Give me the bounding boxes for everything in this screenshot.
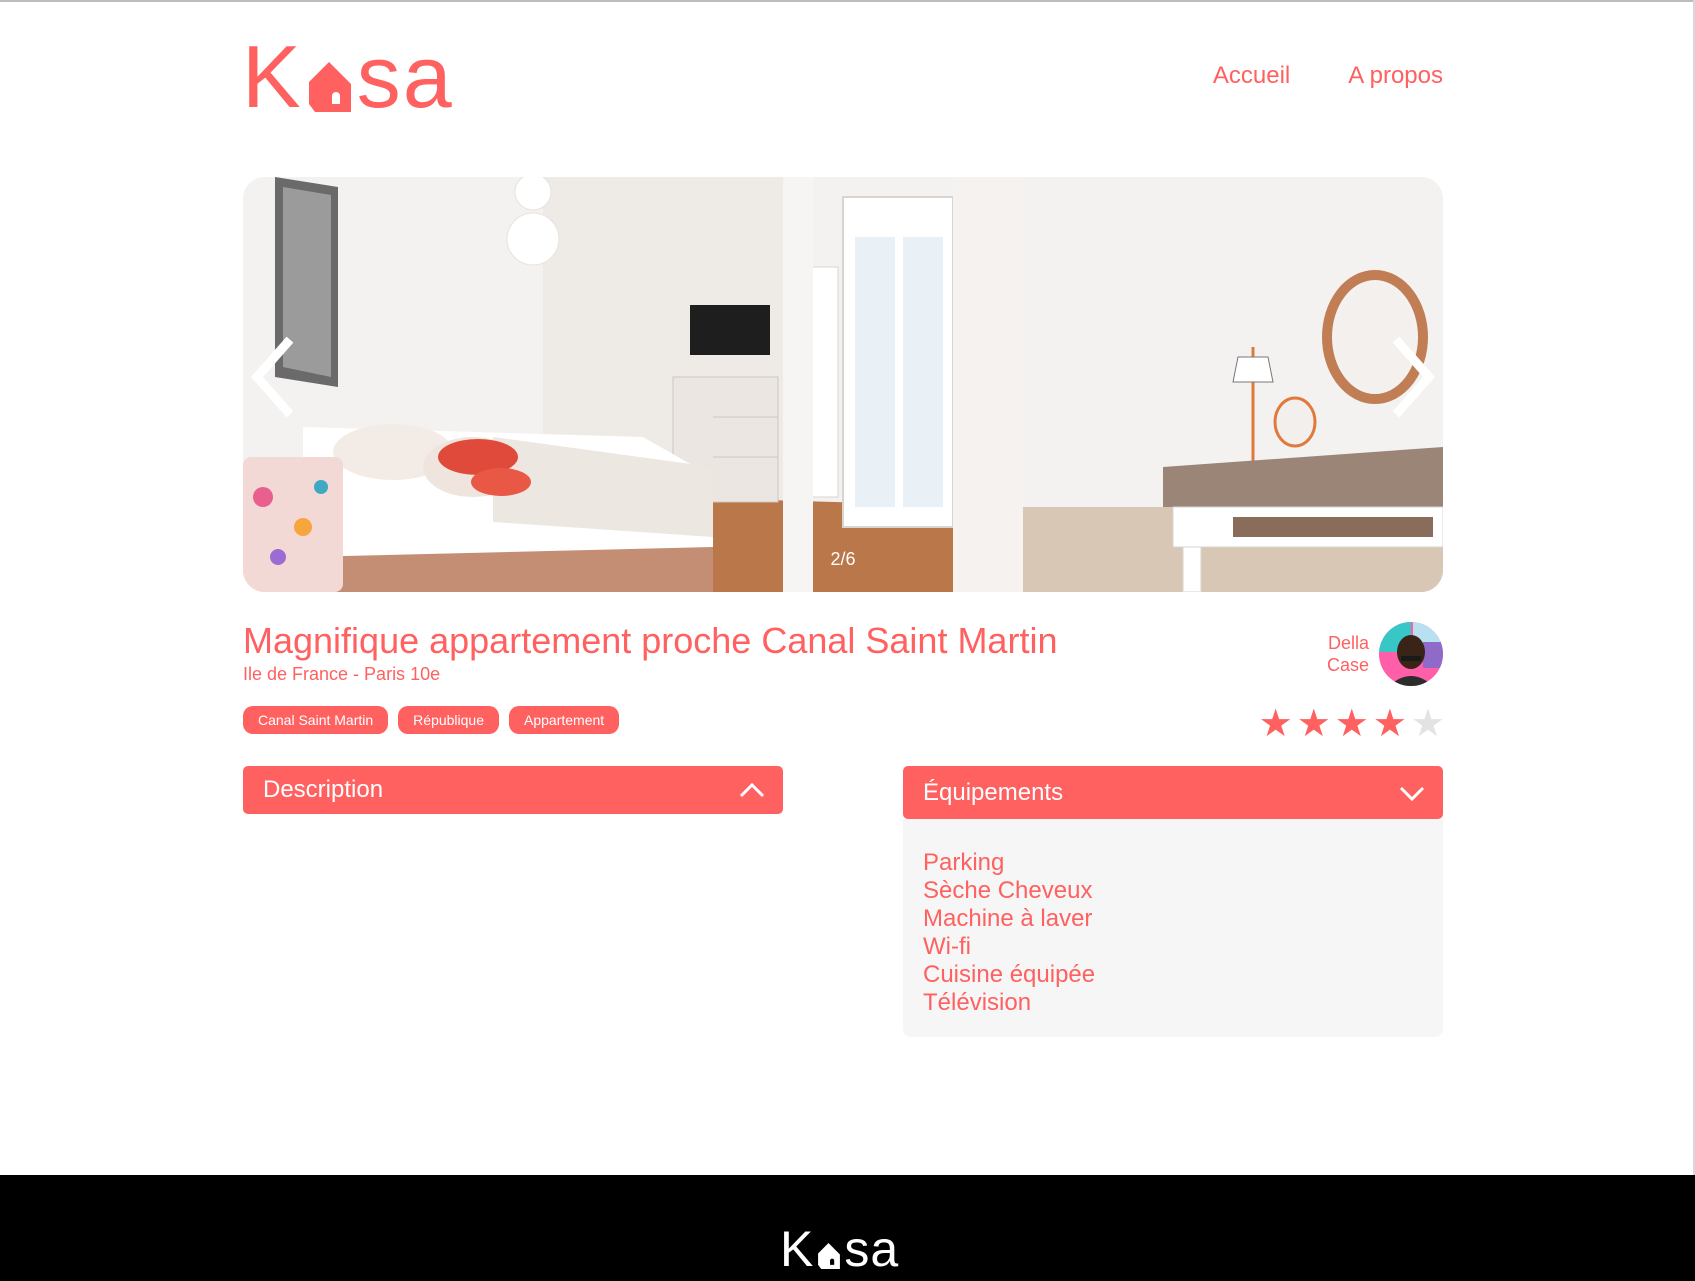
- list-item: Sèche Cheveux: [923, 877, 1093, 904]
- tag[interactable]: République: [398, 706, 500, 734]
- equipments-list: Parking Sèche Cheveux Machine à laver Wi…: [923, 849, 1423, 1017]
- star-filled-icon: ★: [1372, 703, 1407, 745]
- listing-title: Magnifique appartement proche Canal Sain…: [243, 620, 1058, 661]
- window-top-border: [0, 0, 1695, 2]
- carousel-counter: 2/6: [830, 549, 856, 569]
- apartment-photo: [243, 177, 1443, 592]
- chevron-down-icon[interactable]: [1399, 785, 1425, 801]
- description-toggle[interactable]: Description: [243, 766, 783, 814]
- host-photo: [1379, 622, 1443, 686]
- chevron-up-icon[interactable]: [739, 782, 765, 798]
- avatar: [1379, 622, 1443, 686]
- chevron-right-icon[interactable]: [1389, 337, 1437, 417]
- list-item: Cuisine équipée: [923, 961, 1096, 988]
- host-first-name: Della: [1327, 633, 1369, 653]
- footer-logo: K sa: [780, 1221, 900, 1277]
- list-item: Télévision: [923, 989, 1032, 1016]
- tag-list: Canal Saint Martin République Appartemen…: [243, 706, 620, 734]
- star-empty-icon: ★: [1410, 703, 1445, 745]
- house-icon: [818, 1243, 841, 1270]
- equipments-collapse: Équipements Parking Sèche Cheveux Machin…: [903, 766, 1443, 1037]
- footer: K sa: [0, 1175, 1695, 1281]
- nav-accueil-link[interactable]: Accueil: [1213, 62, 1290, 90]
- description-collapse: Description: [243, 766, 783, 814]
- equipments-label: Équipements: [923, 778, 1064, 806]
- listing-location: Ile de France - Paris 10e: [243, 664, 441, 684]
- house-icon: [308, 62, 351, 112]
- chevron-left-icon[interactable]: [249, 337, 297, 417]
- host-name: Della Case: [1327, 632, 1369, 676]
- list-item: Wi-fi: [923, 933, 971, 960]
- tag[interactable]: Canal Saint Martin: [243, 706, 389, 734]
- equipments-toggle[interactable]: Équipements: [903, 766, 1443, 819]
- equipments-panel: Parking Sèche Cheveux Machine à laver Wi…: [903, 819, 1443, 1037]
- star-filled-icon: ★: [1296, 703, 1331, 745]
- logo-letter-k: K: [780, 1221, 815, 1277]
- photo-carousel: 2/6: [243, 177, 1443, 592]
- logo-letter-k: K: [242, 27, 303, 126]
- list-item: Machine à laver: [923, 905, 1093, 932]
- logo-letters-sa: sa: [844, 1221, 900, 1277]
- kasa-logo[interactable]: K sa: [242, 27, 454, 126]
- star-filled-icon: ★: [1334, 703, 1369, 745]
- description-label: Description: [263, 776, 384, 803]
- main-nav: Accueil A propos: [1213, 62, 1443, 90]
- host-last-name: Case: [1326, 655, 1369, 675]
- list-item: Parking: [923, 849, 1005, 876]
- logo-letters-sa: sa: [356, 27, 454, 126]
- star-filled-icon: ★: [1258, 703, 1293, 745]
- tag[interactable]: Appartement: [509, 706, 620, 734]
- nav-a-propos-link[interactable]: A propos: [1348, 62, 1443, 90]
- rating-stars: ★ ★ ★ ★ ★: [1259, 704, 1445, 744]
- host-info: Della Case: [1327, 622, 1443, 686]
